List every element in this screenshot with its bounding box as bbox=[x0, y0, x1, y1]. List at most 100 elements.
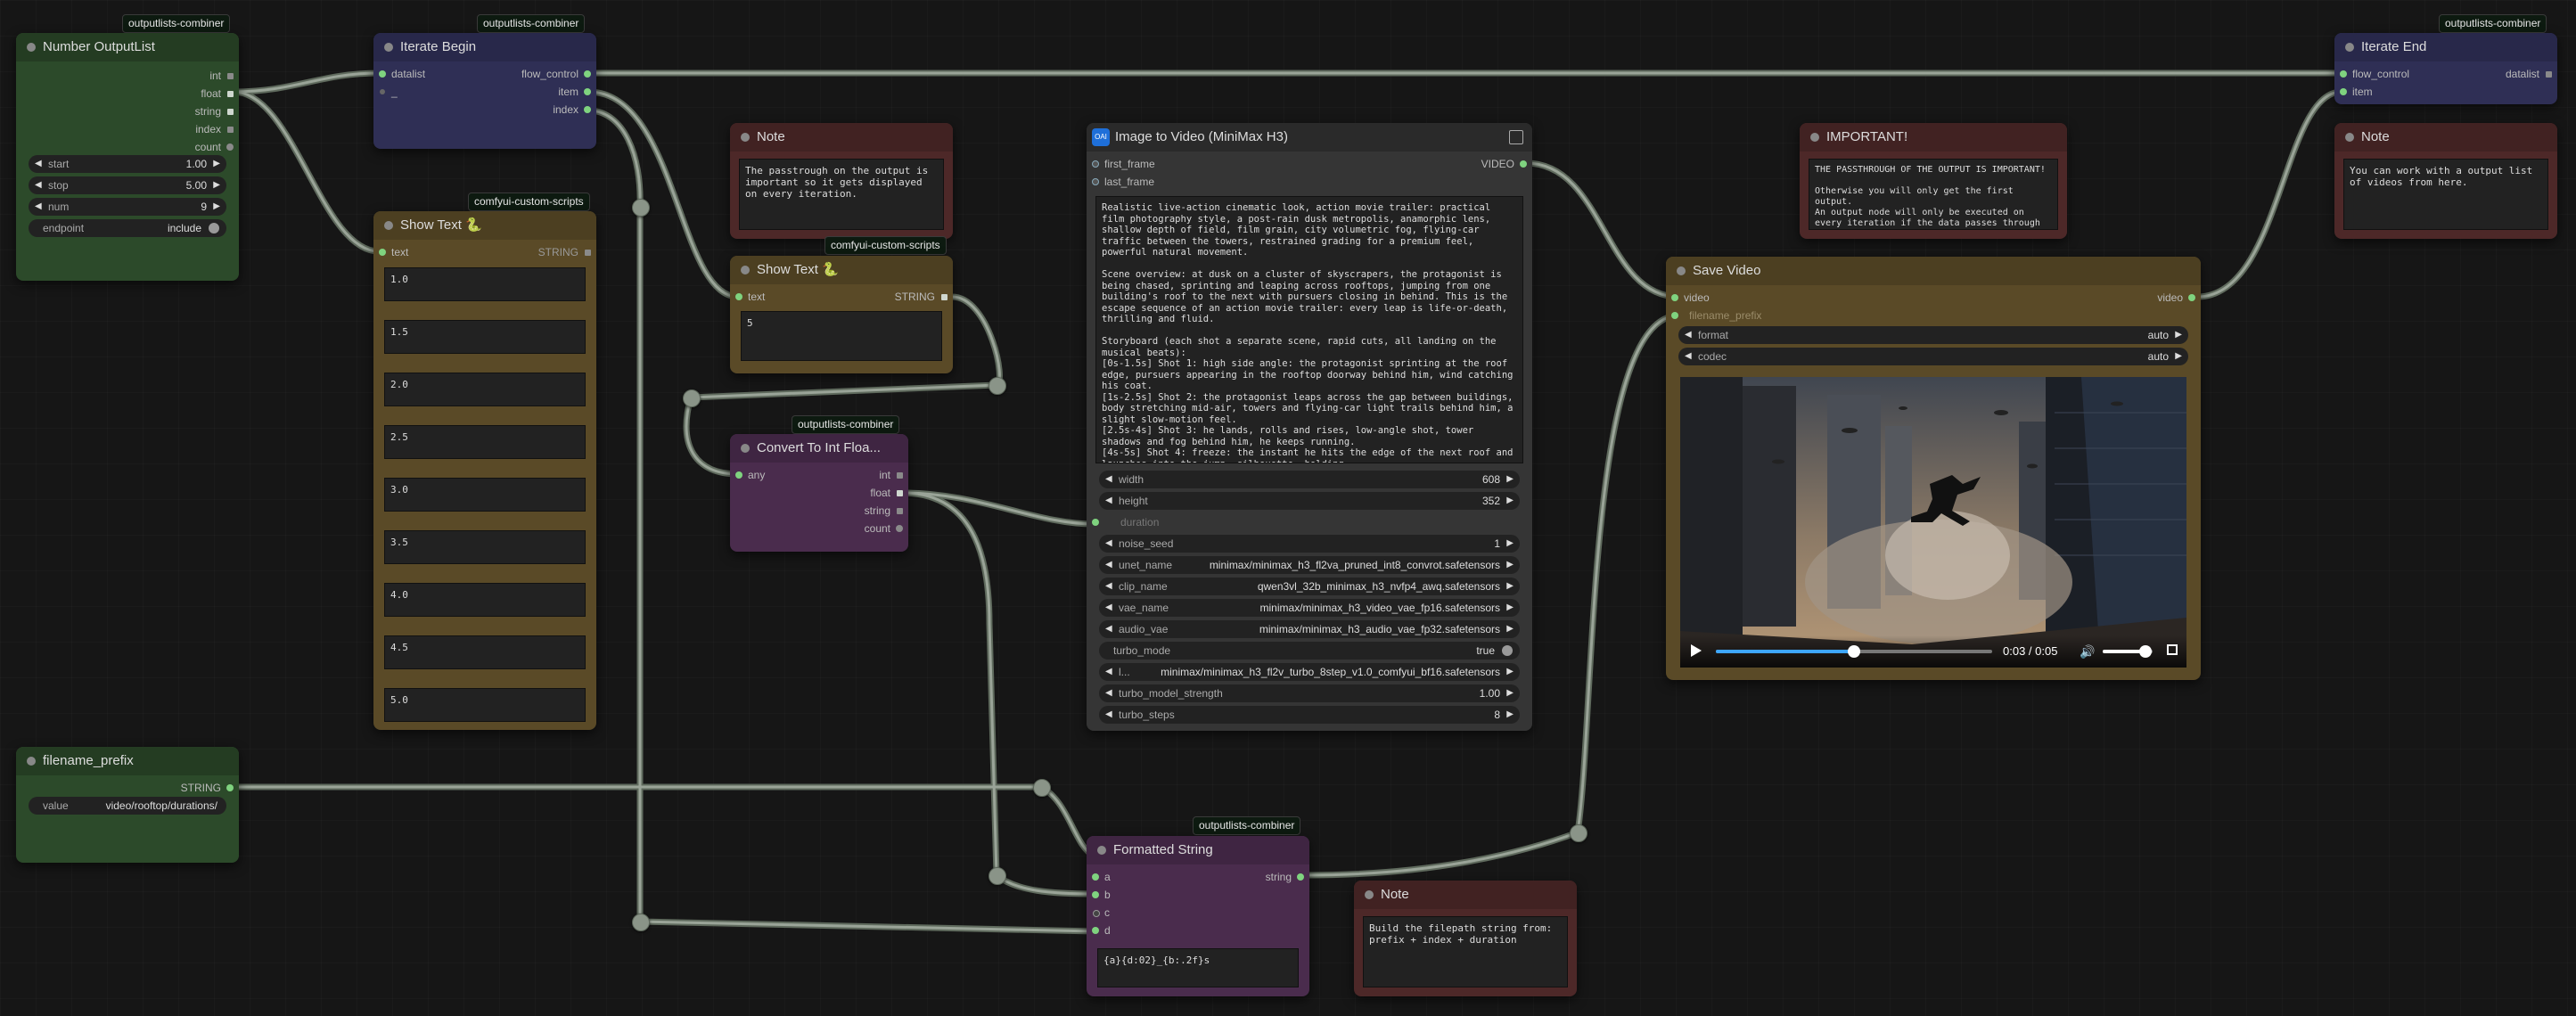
note-textarea[interactable]: The passtrough on the output is importan… bbox=[739, 159, 944, 230]
iterate-begin-node[interactable]: Iterate Begin datalist _ flow_control it… bbox=[373, 33, 596, 149]
endpoint-widget[interactable]: endpoint include bbox=[29, 219, 226, 237]
expand-icon[interactable] bbox=[1509, 130, 1523, 144]
decrement-icon[interactable]: ◀ bbox=[1105, 471, 1112, 488]
input-filename-prefix-socket[interactable] bbox=[1671, 312, 1678, 319]
collapse-dot-icon[interactable] bbox=[27, 43, 36, 52]
output-count-socket[interactable] bbox=[896, 525, 903, 532]
node-title[interactable]: Note bbox=[730, 123, 953, 152]
height-widget[interactable]: ◀ height 352 ▶ bbox=[1099, 492, 1520, 510]
collapse-dot-icon[interactable] bbox=[384, 43, 393, 52]
input-video-socket[interactable] bbox=[1671, 294, 1678, 301]
node-title[interactable]: Show Text 🐍 bbox=[730, 256, 953, 284]
stop-widget[interactable]: ◀ stop 5.00 ▶ bbox=[29, 176, 226, 194]
start-widget[interactable]: ◀ start 1.00 ▶ bbox=[29, 155, 226, 173]
clip-name-widget[interactable]: ◀ clip_name qwen3vl_32b_minimax_h3_nvfp4_a… bbox=[1099, 578, 1520, 595]
note-textarea[interactable]: THE PASSTHROUGH OF THE OUTPUT IS IMPORTA… bbox=[1809, 159, 2058, 230]
note-node[interactable]: Note You can work with a output list of … bbox=[2334, 123, 2557, 239]
input-underscore-socket[interactable] bbox=[380, 89, 385, 94]
audio-vae-widget[interactable]: ◀ audio_vae minimax/minimax_h3_audio_vae_f… bbox=[1099, 620, 1520, 638]
node-title[interactable]: IMPORTANT! bbox=[1800, 123, 2067, 152]
node-title[interactable]: filename_prefix bbox=[16, 747, 239, 775]
output-string-socket[interactable] bbox=[941, 294, 948, 300]
input-duration-socket[interactable] bbox=[1092, 519, 1099, 526]
input-text-socket[interactable] bbox=[379, 249, 386, 256]
node-title[interactable]: Show Text 🐍 bbox=[373, 211, 596, 240]
output-float-socket[interactable] bbox=[227, 91, 234, 97]
output-video-socket[interactable] bbox=[2188, 294, 2195, 301]
iterate-end-node[interactable]: Iterate End flow_control item datalist bbox=[2334, 33, 2557, 104]
reroute-point[interactable] bbox=[989, 867, 1006, 885]
toggle-icon[interactable] bbox=[1502, 645, 1513, 656]
note-node[interactable]: Note Build the filepath string from: pre… bbox=[1354, 881, 1577, 996]
input-a-socket[interactable] bbox=[1092, 873, 1099, 881]
input-any-socket[interactable] bbox=[735, 471, 742, 479]
collapse-dot-icon[interactable] bbox=[741, 444, 750, 453]
image-to-video-node[interactable]: OAI Image to Video (MiniMax H3) first_fr… bbox=[1087, 123, 1532, 731]
decrement-icon[interactable]: ◀ bbox=[1105, 535, 1112, 553]
input-d-socket[interactable] bbox=[1092, 927, 1099, 934]
output-flow-control-socket[interactable] bbox=[584, 70, 591, 78]
volume-icon[interactable]: 🔊 bbox=[2080, 644, 2095, 660]
prompt-textarea[interactable]: Realistic live-action cinematic look, ac… bbox=[1095, 196, 1523, 463]
turbo-model-strength-widget[interactable]: ◀ turbo_model_strength 1.00 ▶ bbox=[1099, 684, 1520, 702]
input-item-socket[interactable] bbox=[2340, 88, 2347, 95]
output-index-socket[interactable] bbox=[584, 106, 591, 113]
decrement-icon[interactable]: ◀ bbox=[1105, 578, 1112, 595]
note-node[interactable]: Note The passtrough on the output is imp… bbox=[730, 123, 953, 239]
output-string-socket[interactable] bbox=[227, 109, 234, 115]
output-datalist-socket[interactable] bbox=[2546, 71, 2552, 78]
output-count-socket[interactable] bbox=[226, 143, 234, 151]
increment-icon[interactable]: ▶ bbox=[1506, 578, 1514, 595]
node-title[interactable]: Iterate Begin bbox=[373, 33, 596, 61]
increment-icon[interactable]: ▶ bbox=[1506, 492, 1514, 510]
increment-icon[interactable]: ▶ bbox=[213, 176, 220, 194]
collapse-dot-icon[interactable] bbox=[1810, 133, 1819, 142]
num-widget[interactable]: ◀ num 9 ▶ bbox=[29, 198, 226, 216]
seek-handle[interactable] bbox=[1848, 645, 1860, 658]
output-float-socket[interactable] bbox=[897, 490, 903, 496]
show-text-node[interactable]: Show Text 🐍 text STRING 1.0 1.5 2.0 2.5 … bbox=[373, 211, 596, 730]
seek-bar[interactable] bbox=[1716, 645, 1992, 658]
turbo-steps-widget[interactable]: ◀ turbo_steps 8 ▶ bbox=[1099, 706, 1520, 724]
reroute-point[interactable] bbox=[1033, 779, 1051, 797]
input-c-socket[interactable] bbox=[1093, 910, 1100, 917]
reroute-point[interactable] bbox=[1570, 824, 1587, 842]
decrement-icon[interactable]: ◀ bbox=[35, 176, 42, 194]
output-video-socket[interactable] bbox=[1520, 160, 1527, 168]
collapse-dot-icon[interactable] bbox=[1097, 846, 1106, 855]
output-int-socket[interactable] bbox=[227, 73, 234, 79]
reroute-point[interactable] bbox=[632, 199, 650, 217]
node-title[interactable]: Note bbox=[2334, 123, 2557, 152]
reroute-point[interactable] bbox=[683, 389, 701, 407]
collapse-dot-icon[interactable] bbox=[27, 757, 36, 766]
node-title[interactable]: Number OutputList bbox=[16, 33, 239, 61]
decrement-icon[interactable]: ◀ bbox=[1105, 599, 1112, 617]
node-title[interactable]: Iterate End bbox=[2334, 33, 2557, 61]
codec-widget[interactable]: ◀ codec auto ▶ bbox=[1678, 348, 2188, 365]
collapse-dot-icon[interactable] bbox=[384, 221, 393, 230]
turbo-mode-widget[interactable]: turbo_mode true bbox=[1099, 642, 1520, 660]
increment-icon[interactable]: ▶ bbox=[1506, 620, 1514, 638]
format-template-textarea[interactable]: {a}{d:02}_{b:.2f}s bbox=[1097, 948, 1299, 987]
decrement-icon[interactable]: ◀ bbox=[1685, 326, 1692, 344]
convert-to-int-float-node[interactable]: Convert To Int Floa... any int float str… bbox=[730, 434, 908, 552]
increment-icon[interactable]: ▶ bbox=[1506, 599, 1514, 617]
formatted-string-node[interactable]: Formatted String a b c d string {a}{d:02… bbox=[1087, 836, 1309, 996]
node-title[interactable]: Save Video bbox=[1666, 257, 2201, 285]
increment-icon[interactable]: ▶ bbox=[1506, 471, 1514, 488]
increment-icon[interactable]: ▶ bbox=[2175, 326, 2182, 344]
decrement-icon[interactable]: ◀ bbox=[1105, 706, 1112, 724]
input-last-frame-socket[interactable] bbox=[1092, 178, 1099, 185]
important-note-node[interactable]: IMPORTANT! THE PASSTHROUGH OF THE OUTPUT… bbox=[1800, 123, 2067, 239]
collapse-dot-icon[interactable] bbox=[1677, 266, 1686, 275]
video-preview[interactable]: 0:03 / 0:05 🔊 bbox=[1680, 377, 2186, 668]
duration-widget[interactable]: duration bbox=[1099, 513, 1520, 531]
noise-seed-widget[interactable]: ◀ noise_seed 1 ▶ bbox=[1099, 535, 1520, 553]
output-string-socket[interactable] bbox=[897, 508, 903, 514]
increment-icon[interactable]: ▶ bbox=[1506, 684, 1514, 702]
width-widget[interactable]: ◀ width 608 ▶ bbox=[1099, 471, 1520, 488]
increment-icon[interactable]: ▶ bbox=[1506, 706, 1514, 724]
decrement-icon[interactable]: ◀ bbox=[1105, 492, 1112, 510]
collapse-dot-icon[interactable] bbox=[2345, 133, 2354, 142]
show-text-node[interactable]: Show Text 🐍 text STRING 5 bbox=[730, 256, 953, 373]
